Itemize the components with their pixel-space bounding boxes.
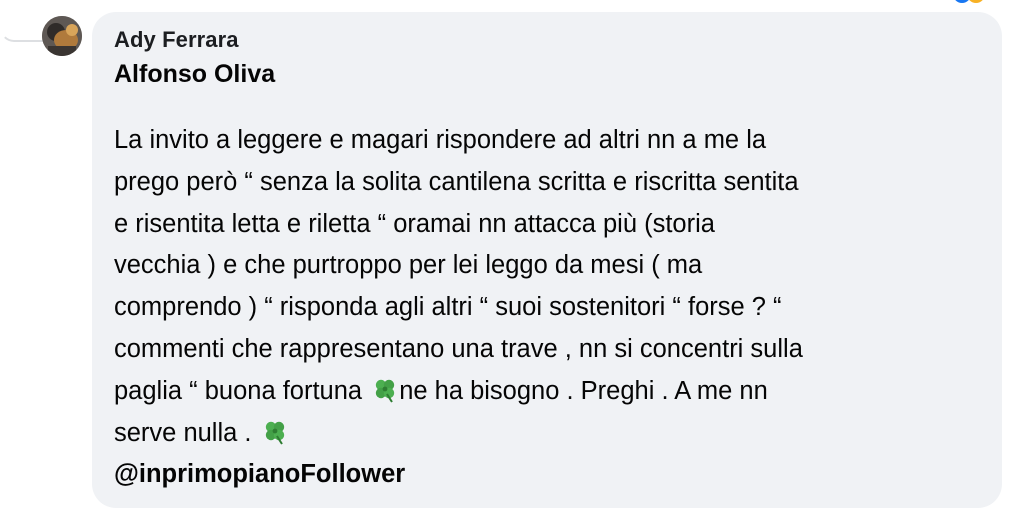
comment-line-part: serve nulla . [114,418,259,447]
thread-connector-line [0,0,46,42]
comment-bubble: Ady Ferrara Alfonso Oliva La invito a le… [92,12,1002,508]
reaction-icons-peek[interactable] [948,0,988,4]
mention-tag[interactable]: @inprimopianoFollower [114,454,978,495]
comment-line: comprendo ) “ risponda agli altri “ suoi… [114,293,782,322]
comment-line: commenti che rappresentano una trave , n… [114,334,803,363]
comment-line: serve nulla . [114,413,994,455]
comment-line-part: paglia “ buona fortuna [114,376,370,405]
four-leaf-clover-icon [265,421,284,445]
comment-line: La invito a leggere e magari rispondere … [114,126,767,154]
comment-line: e risentita letta e riletta “ oramai nn … [114,209,715,238]
comment-line: vecchia ) e che purtroppo per lei leggo … [114,251,703,280]
comment-line-part: ne ha bisogno . Preghi . A me nn [399,376,768,405]
comment-author-name[interactable]: Ady Ferrara [114,24,978,56]
four-leaf-clover-icon [375,379,395,403]
comment-line: prego però “ senza la solita cantilena s… [114,167,799,196]
comment-thread: Ady Ferrara Alfonso Oliva La invito a le… [0,0,1024,512]
avatar[interactable] [42,16,82,56]
reply-mention[interactable]: Alfonso Oliva [114,56,978,94]
comment-body: La invito a leggere e magari rispondere … [114,120,994,454]
comment-line: paglia “ buona fortuna ne ha bisogno . P… [114,371,994,413]
